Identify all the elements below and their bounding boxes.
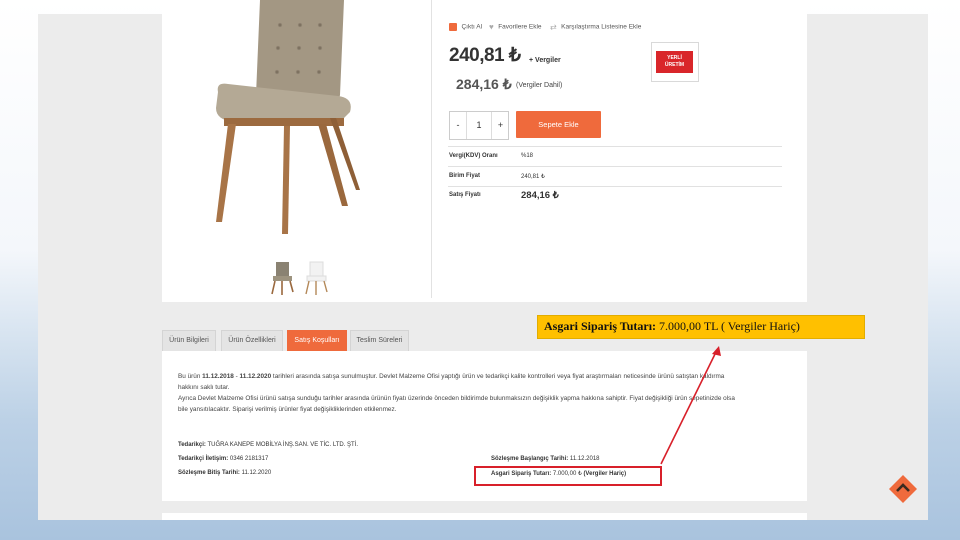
thumbnail-1[interactable] [268,260,298,296]
scroll-to-top-button[interactable] [888,474,918,504]
price-without-tax-suffix: + Vergiler [529,57,561,64]
badge-line-2: ÜRETİM [664,62,685,68]
contract-start-label: Sözleşme Başlangıç Tarihi: [491,456,569,462]
badge-line-1: YERLİ [667,55,682,61]
compare-arrows-icon: ⇄ [550,22,557,32]
favorites-label: Favorilere Ekle [498,23,542,31]
add-to-cart-button[interactable]: Sepete Ekle [516,111,601,138]
unit-price-value: 240,81 ₺ [521,174,545,180]
tab-product-features[interactable]: Ürün Özellikleri [221,330,283,352]
tax-rate-label: Vergi(KDV) Oranı [449,153,498,159]
supplier-contact-label: Tedarikçi İletişim: [178,456,229,462]
sale-price-value: 284,16 ₺ [521,190,559,201]
divider [448,146,782,147]
tab-delivery-times[interactable]: Teslim Süreleri [350,330,409,352]
quantity-input[interactable]: 1 [467,112,491,139]
tab-sales-terms[interactable]: Satış Koşulları [287,330,347,352]
supplier-label: Tedarikçi: [178,442,206,448]
callout-text: Asgari Sipariş Tutarı: 7.000,00 TL ( Ver… [544,319,800,334]
contract-start-value: 11.12.2018 [569,456,600,462]
next-panel-edge [162,513,807,520]
terms-text: Bu ürün [178,373,203,380]
contract-end-value: 11.12.2020 [241,470,272,476]
unit-price-label: Birim Fiyat [449,173,481,179]
printer-icon [449,22,457,31]
callout-arrow [660,346,721,465]
favorites-link[interactable]: ♥ Favorilere Ekle [489,18,542,32]
divider [448,186,782,187]
badge-label: YERLİ ÜRETİM [656,51,693,73]
compare-link[interactable]: ⇄ Karşılaştırma Listesine Ekle [550,18,642,32]
sale-price-label: Satış Fiyatı [449,192,481,198]
contract-end-row: Sözleşme Bitiş Tarihi: 11.12.2020 [178,470,271,476]
supplier-contact-value: 0346 2181317 [229,456,269,462]
minimum-order-highlight [474,466,662,486]
divider [448,166,782,167]
chevron-up-icon [889,475,917,503]
price-without-tax: 240,81 ₺ [449,45,521,66]
callout-value: 7.000,00 TL ( Vergiler Hariç) [659,319,800,333]
print-label: Çıktı Al [461,23,483,31]
price-with-tax: 284,16 ₺ [456,76,512,92]
terms-end-date: 11.12.2020 [239,373,272,380]
supplier-value: TUĞRA KANEPE MOBİLYA İNŞ.SAN. VE TİC. LT… [207,442,359,448]
supplier-contact-row: Tedarikçi İletişim: 0346 2181317 [178,456,268,462]
supplier-row: Tedarikçi: TUĞRA KANEPE MOBİLYA İNŞ.SAN.… [178,442,358,448]
tab-product-info[interactable]: Ürün Bilgileri [162,330,216,352]
quantity-decrease-button[interactable]: - [450,112,467,139]
price-with-tax-suffix: (Vergiler Dahil) [516,82,563,89]
terms-text: hakkını saklı tutar. [178,384,230,391]
quantity-stepper[interactable]: - 1 + [449,111,509,140]
heart-icon: ♥ [489,22,494,32]
print-link[interactable]: Çıktı Al [449,18,483,31]
terms-text: bile yansıtılacaktır. Siparişi verilmiş … [178,406,397,413]
quantity-increase-button[interactable]: + [491,112,509,139]
thumbnail-2[interactable] [302,260,332,296]
callout-label: Asgari Sipariş Tutarı: [544,319,657,333]
terms-start-date: 11.12.2018 [202,373,234,380]
tax-rate-value: %18 [521,153,534,159]
local-production-badge: YERLİ ÜRETİM [651,42,699,82]
contract-start-row: Sözleşme Başlangıç Tarihi: 11.12.2018 [491,456,600,462]
compare-label: Karşılaştırma Listesine Ekle [561,23,642,31]
column-divider [431,0,432,298]
terms-text: Ayrıca Devlet Malzeme Ofisi ürünü satışa… [178,395,735,402]
contract-end-label: Sözleşme Bitiş Tarihi: [178,470,240,476]
product-main-image [168,0,396,252]
